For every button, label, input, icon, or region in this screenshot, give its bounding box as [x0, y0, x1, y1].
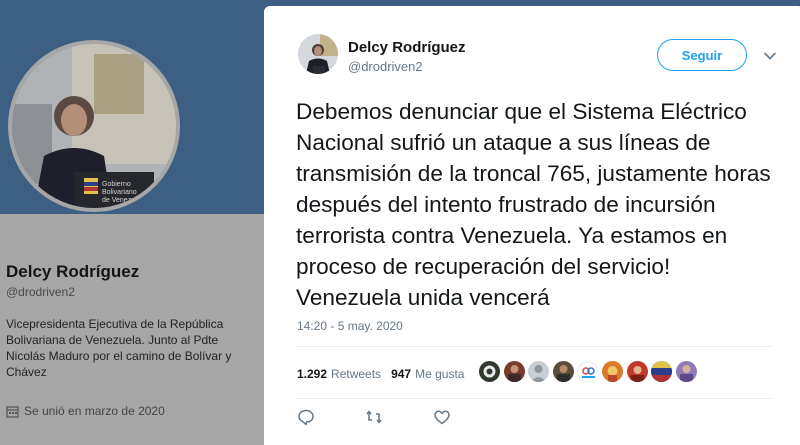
- profile-avatar[interactable]: Gobierno Bolivariano de Venezuela: [8, 40, 180, 212]
- tweet-author-name[interactable]: Delcy Rodríguez: [348, 39, 466, 56]
- liker-avatar-image: [630, 366, 644, 382]
- retweet-button[interactable]: [365, 408, 385, 428]
- tweet-timestamp[interactable]: 14:20 - 5 may. 2020: [297, 319, 403, 333]
- calendar-icon: [6, 405, 19, 418]
- liker-avatar-logo: [582, 367, 596, 378]
- liker-avatar[interactable]: [601, 361, 623, 382]
- profile-joined-date: Se unió en marzo de 2020: [6, 404, 165, 418]
- liker-avatar[interactable]: [675, 361, 697, 382]
- svg-text:Bolivariano: Bolivariano: [102, 189, 137, 196]
- default-avatar-icon: [531, 365, 547, 382]
- tweet-author-avatar[interactable]: [298, 34, 338, 74]
- tweet-text: Debemos denunciar que el Sistema Eléctri…: [296, 99, 771, 310]
- retweets-label[interactable]: Retweets: [331, 367, 381, 381]
- profile-avatar-image: Gobierno Bolivariano de Venezuela: [12, 44, 176, 208]
- podium-logo-text: Gobierno: [102, 181, 131, 188]
- tweet-author-avatar-image: [298, 34, 338, 74]
- liker-avatar[interactable]: [552, 361, 574, 382]
- tweet-actions: [297, 408, 501, 428]
- reply-icon: [298, 409, 314, 426]
- liker-avatar-image: [483, 365, 496, 378]
- profile-bio: Vicepresidenta Ejecutiva de la República…: [6, 317, 232, 379]
- stats-divider-top: [296, 346, 772, 347]
- liker-avatar[interactable]: [651, 361, 673, 382]
- follow-button[interactable]: Seguir: [657, 39, 747, 71]
- like-button[interactable]: [433, 408, 453, 428]
- tweet-modal: Delcy Rodríguez @drodriven2 Seguir Debem…: [264, 6, 800, 445]
- liker-avatar-image: [556, 365, 570, 382]
- profile-name: Delcy Rodríguez: [6, 262, 140, 281]
- liker-avatar-image: [679, 365, 693, 382]
- liker-avatar[interactable]: [577, 361, 599, 382]
- retweets-count[interactable]: 1.292: [297, 367, 327, 381]
- liker-avatar[interactable]: [626, 361, 648, 382]
- like-icon: [434, 410, 450, 425]
- profile-joined-label: Se unió en marzo de 2020: [24, 404, 165, 418]
- chevron-down-icon[interactable]: [762, 48, 778, 64]
- tweet-author-handle[interactable]: @drodriven2: [348, 59, 423, 74]
- liker-avatar-image: [507, 365, 521, 382]
- liker-avatar[interactable]: [503, 361, 525, 382]
- liker-avatar-image: [651, 361, 673, 382]
- liker-avatar-image: [607, 366, 618, 382]
- liker-avatar[interactable]: [528, 361, 550, 382]
- liker-avatar[interactable]: [479, 361, 500, 382]
- likers-avatars: [479, 361, 700, 382]
- tweet-stats: 1.292 Retweets 947 Me gusta: [297, 361, 474, 387]
- stats-divider-bottom: [296, 398, 772, 399]
- profile-handle: @drodriven2: [6, 285, 75, 299]
- likes-label[interactable]: Me gusta: [415, 367, 464, 381]
- likes-count[interactable]: 947: [391, 367, 411, 381]
- reply-button[interactable]: [297, 408, 317, 428]
- retweet-icon: [366, 410, 382, 424]
